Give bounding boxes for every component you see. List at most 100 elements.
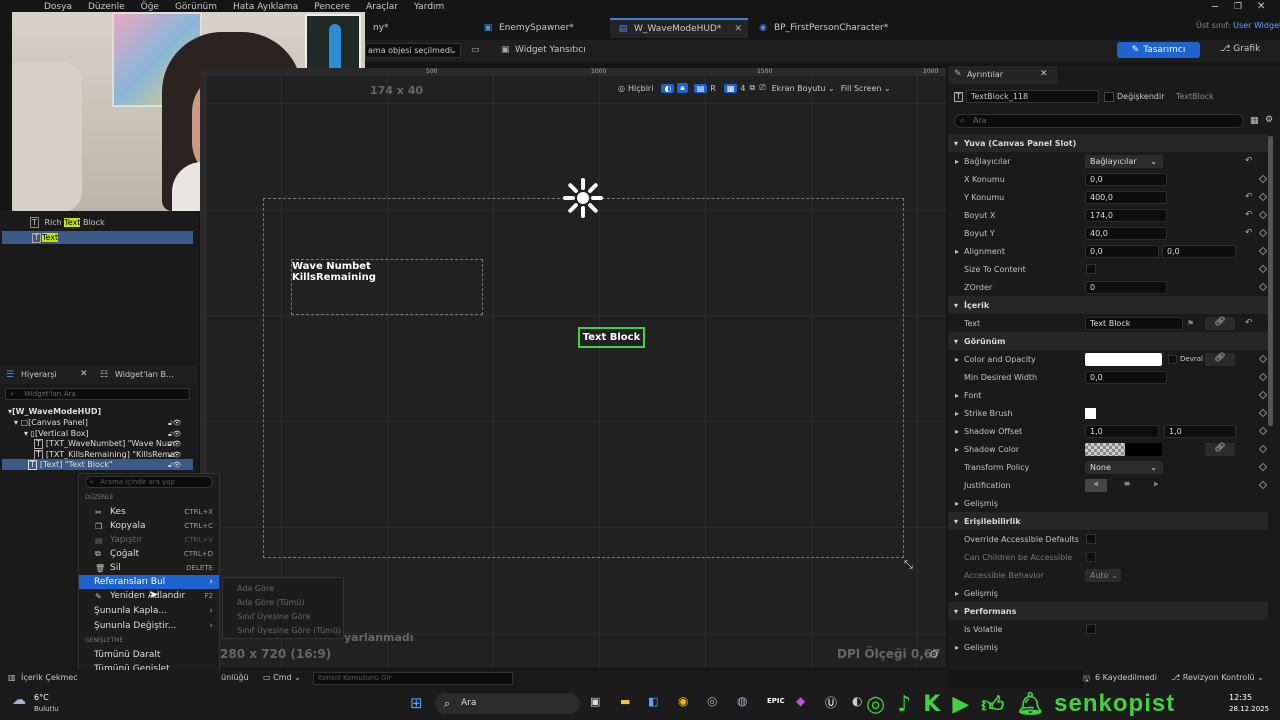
color-swatch[interactable] (1085, 352, 1162, 366)
console-input[interactable]: Konsol Komutunu Gir (313, 672, 513, 685)
replace-with-menu-item[interactable]: Şununla Değiştir... › (79, 619, 219, 633)
keyframe-icon[interactable] (1258, 210, 1268, 220)
menu-window[interactable]: Pencere (314, 2, 350, 12)
copy-menu-item[interactable]: ❐ Kopyala CTRL+C (79, 519, 219, 533)
file-explorer-icon[interactable]: ▬ (620, 695, 630, 708)
wave-number-text[interactable]: Wave Numbet (292, 261, 482, 272)
store-icon[interactable]: ◧ (648, 695, 658, 708)
content-section[interactable]: ▾ İçerik (948, 296, 1268, 314)
anchor-icon[interactable] (561, 176, 605, 220)
details-tab[interactable]: ✎ Ayrıntılar ✕ (948, 66, 1058, 84)
align-center-icon[interactable]: ≡ (1116, 479, 1138, 492)
text-value-input[interactable]: Text Block (1085, 316, 1183, 330)
device-icon[interactable]: ⎚ (759, 83, 765, 93)
visibility-icon[interactable]: 🔓︎👁︎ (168, 429, 181, 440)
lock-icon[interactable]: 🔓︎👁︎ (168, 460, 181, 471)
menu-debug[interactable]: Hata Ayıklama (233, 2, 298, 12)
min-desired-width-input[interactable]: 0,0 (1085, 370, 1167, 384)
palette-text[interactable]: T Text (2, 231, 193, 244)
zorder-input[interactable]: 0 (1085, 280, 1167, 294)
palette-rich-text-block[interactable]: T Rich Text Block (30, 217, 105, 228)
expand-icon[interactable]: ▸ (955, 157, 959, 166)
reset-icon[interactable]: ↶ (1245, 228, 1253, 238)
content-drawer-button[interactable]: İçerik Çekmec (21, 673, 78, 682)
expand-icon[interactable]: ▸ (955, 391, 959, 400)
cut-menu-item[interactable]: ✂ Kes CTRL+X (79, 505, 219, 519)
inherit-checkbox[interactable] (1168, 354, 1177, 364)
minimize-icon[interactable]: ─ (1212, 2, 1218, 13)
bind-link-icon[interactable]: 🔗︎ (1205, 442, 1235, 456)
accessibility-section[interactable]: ▾ Erişilebilirlik (948, 512, 1268, 530)
taskbar-search[interactable]: ⌕ Ara (435, 693, 580, 714)
selection-dropdown[interactable]: ama objesi seçilmedi ⌄ (365, 43, 461, 58)
wrap-with-menu-item[interactable]: Şununla Kapla... › (79, 604, 219, 618)
canvas-panel-frame[interactable] (263, 198, 904, 558)
parent-class-link[interactable]: User Widget (1233, 21, 1280, 30)
github-icon[interactable]: ◎ (707, 694, 717, 708)
keyframe-icon[interactable] (1258, 228, 1268, 238)
shadow-color-swatch[interactable] (1085, 442, 1162, 456)
menu-tools[interactable]: Araçlar (366, 2, 398, 12)
context-search-input[interactable]: ⌕ Arama içinde ara yap (85, 476, 213, 488)
size-x-input[interactable]: 174,0 (1085, 208, 1167, 222)
align-left-icon[interactable]: ⫷ (1085, 478, 1107, 492)
x-position-input[interactable]: 0,0 (1085, 172, 1167, 186)
designer-button[interactable]: ✎ Tasarımcı (1117, 42, 1200, 58)
keyframe-icon[interactable] (1258, 264, 1268, 274)
keyframe-icon[interactable] (1258, 192, 1268, 202)
app-icon[interactable]: ◆ (796, 694, 805, 708)
duplicate-menu-item[interactable]: ⧉ Çoğalt CTRL+D (79, 547, 219, 561)
keyframe-icon[interactable] (1258, 408, 1268, 418)
keyframe-icon[interactable] (1258, 444, 1268, 454)
collapse-all-menu-item[interactable]: Tümünü Daralt (79, 648, 219, 662)
keyframe-icon[interactable] (1258, 354, 1268, 364)
vertical-box-frame[interactable]: Wave Numbet KillsRemaining (291, 259, 483, 315)
widget-reflector-button[interactable]: Widget Yansıtıcı (515, 45, 586, 55)
folder-icon[interactable]: ▭ (471, 45, 480, 55)
hierarchy-canvas-panel[interactable]: ▾ ▢ [Canvas Panel] (14, 417, 88, 428)
is-variable-checkbox[interactable] (1104, 92, 1114, 102)
is-volatile-checkbox[interactable] (1086, 624, 1096, 634)
menu-edit[interactable]: Düzenle (88, 2, 125, 12)
windows-start-icon[interactable]: ⊞ (410, 694, 423, 712)
details-search-input[interactable]: ⌕ Ara (954, 114, 1244, 128)
details-scrollbar[interactable] (1268, 136, 1273, 426)
shadow-offset-x-input[interactable]: 1,0 (1085, 424, 1159, 438)
graph-button[interactable]: ⎇ Grafik (1220, 44, 1260, 54)
epic-games-icon[interactable]: EPIC (767, 697, 785, 705)
override-accessible-checkbox[interactable] (1086, 534, 1096, 544)
close-tab-icon[interactable]: ✕ (734, 24, 742, 34)
output-log-button[interactable]: ünlüğü (221, 673, 249, 682)
reset-icon[interactable]: ↶ (1245, 318, 1253, 328)
none-button[interactable]: Hiçbiri (628, 84, 653, 93)
y-position-input[interactable]: 400,0 (1085, 190, 1167, 204)
chrome-icon[interactable]: ◉ (678, 694, 688, 708)
maximize-icon[interactable]: ❐ (1234, 2, 1242, 12)
expand-icon[interactable]: ▸ (955, 409, 959, 418)
lock-icon[interactable]: 🔓︎👁︎ (168, 418, 181, 429)
tab-first-person-character[interactable]: ◉ BP_FirstPersonCharacter* (750, 18, 910, 38)
tab-widget-library[interactable]: Widget'ları B... (115, 370, 174, 379)
slot-section[interactable]: ▾ Yuva (Canvas Panel Slot) (948, 134, 1268, 152)
alignment-x-input[interactable]: 0,0 (1085, 244, 1159, 258)
hierarchy-txt-wave[interactable]: T [TXT_WaveNumbet] "Wave Num (34, 438, 175, 449)
find-references-menu-item[interactable]: Referansları Bul › (79, 575, 219, 589)
size-y-input[interactable]: 40,0 (1085, 226, 1167, 240)
lock-icon[interactable]: 🔒︎ (677, 83, 688, 93)
widget-name-input[interactable]: TextBlock_118 (966, 90, 1099, 103)
keyframe-icon[interactable] (1258, 282, 1268, 292)
hierarchy-search-input[interactable]: ⌕ Widget'ları Ara (5, 388, 190, 400)
keyframe-icon[interactable] (1258, 480, 1268, 490)
unreal-engine-icon[interactable]: Ⓤ (825, 694, 837, 711)
steam-icon[interactable]: ◍ (737, 694, 747, 708)
grid-size[interactable]: 4 (740, 84, 745, 93)
expand-icon[interactable]: ▸ (955, 445, 959, 454)
menu-file[interactable]: Dosya (44, 2, 72, 12)
transform-policy-dropdown[interactable]: None ⌄ (1085, 460, 1163, 474)
advanced-row-3[interactable]: ▸ Gelişmiş (948, 638, 1268, 656)
alignment-y-input[interactable]: 0,0 (1162, 244, 1236, 258)
tab-wave-mode-hud[interactable]: ▤ W_WaveModeHUD* ✕ (610, 18, 748, 38)
snap-toggle-icon[interactable]: ◐ (661, 83, 675, 93)
table-view-icon[interactable]: ▦ (1250, 116, 1259, 126)
tab-ny[interactable]: ny* (365, 18, 465, 38)
